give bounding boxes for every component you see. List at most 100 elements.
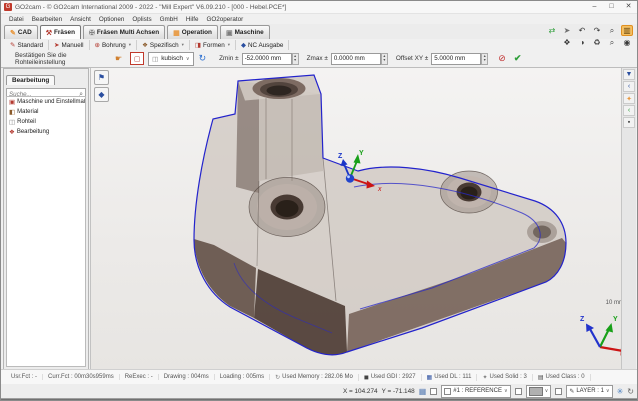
menu-datei[interactable]: Datei: [5, 16, 28, 23]
simulation-shield-button[interactable]: ◆: [94, 87, 109, 102]
redo-icon[interactable]: ↷: [591, 25, 603, 36]
menu-ansicht[interactable]: Ansicht: [66, 16, 95, 23]
tab-fraesen-multi-achsen[interactable]: ✠ Fräsen Multi Achsen: [83, 25, 165, 39]
grid-icon[interactable]: ▦: [419, 387, 427, 396]
tree-item-bearbeitung[interactable]: ❖ Bearbeitung: [7, 127, 85, 137]
grid-checkbox[interactable]: [430, 388, 437, 395]
zmin-label: Zmin ±: [219, 55, 238, 62]
y-coordinate: Y = -71.148: [382, 388, 415, 395]
color-select[interactable]: ∨: [526, 385, 552, 398]
title-bar: G GO2cam - © GO2cam International 2009 -…: [1, 1, 637, 14]
tab-fraesen-label: Fräsen: [54, 29, 75, 36]
snap-icon[interactable]: ✳: [617, 387, 624, 396]
standard-icon: ✎: [10, 41, 15, 49]
model-hebel: [194, 75, 566, 355]
menu-gmbh[interactable]: GmbH: [156, 16, 182, 23]
collapse-panel-icon[interactable]: ‹: [623, 81, 635, 92]
tab-fraesen[interactable]: ⚒ Fräsen: [40, 25, 81, 39]
tab-maschine[interactable]: ▣ Maschine: [220, 25, 270, 39]
stock-icon: ◫: [9, 118, 15, 126]
layer-select[interactable]: ✎ LAYER : 1 ∨: [566, 385, 612, 398]
zmin-stepper[interactable]: ▲▼: [292, 53, 299, 65]
tree-item-rohteil-label: Rohteil: [17, 119, 36, 125]
tab-operation[interactable]: ▦ Operation: [167, 25, 218, 39]
pick-hand-icon[interactable]: ☛: [115, 54, 122, 63]
confirm-check-icon[interactable]: ✔: [514, 53, 522, 64]
tree-item-rohteil[interactable]: ◫ Rohteil: [7, 117, 85, 127]
tool-spezifisch[interactable]: ❖ Spezifisch ▾: [137, 40, 190, 51]
tool-bohrung-label: Bohrung: [102, 42, 126, 49]
tool-nc-ausgabe[interactable]: ◆ NC Ausgabe: [236, 40, 289, 51]
minimize-button[interactable]: –: [586, 1, 603, 13]
used-dl-status: ▦ Used DL : 111: [422, 374, 478, 381]
undo-icon[interactable]: ↶: [576, 25, 588, 36]
chevron-down-icon: ∨: [186, 56, 190, 62]
zoom-in-icon[interactable]: ⌕: [606, 37, 618, 48]
cancel-icon[interactable]: ⊘: [498, 53, 506, 64]
rotate-mode-icon[interactable]: ↻: [627, 387, 634, 396]
sync-icon[interactable]: ⇄: [546, 25, 558, 36]
deburr-tool-icon[interactable]: ✦: [623, 93, 635, 104]
zoom-window-icon[interactable]: ⌕: [606, 25, 618, 36]
measure-grid-icon[interactable]: ▥: [621, 25, 633, 36]
tool-standard[interactable]: ✎ Standard: [5, 40, 49, 51]
loading-status: Loading : 005ms: [215, 374, 270, 380]
menu-bar: Datei Bearbeiten Ansicht Optionen Oplist…: [1, 14, 637, 24]
tool-formen[interactable]: ◨ Formen ▾: [190, 40, 236, 51]
tool-manuell[interactable]: ➤ Manuell: [49, 40, 90, 51]
display-list-icon: ▦: [427, 374, 433, 381]
regenerate-icon[interactable]: ♻: [591, 37, 603, 48]
layer-value: LAYER : 1: [576, 388, 604, 394]
used-memory-status: ↻ Used Memory : 282.06 Mo: [270, 374, 359, 381]
visibility-icon[interactable]: ◉: [621, 37, 633, 48]
stock-shape-select[interactable]: ◫ kubisch ∨: [148, 52, 193, 66]
view-rotate-icon[interactable]: ❖: [561, 37, 573, 48]
filter-icon[interactable]: ▼: [623, 69, 635, 80]
recompute-stock-icon[interactable]: ↻: [199, 53, 207, 64]
tree-item-maschine[interactable]: ▣ Maschine und Einstellmaße: [7, 97, 85, 107]
menu-optionen[interactable]: Optionen: [95, 16, 129, 23]
zmin-input[interactable]: [242, 53, 292, 65]
curr-fct-status: Curr.Fct : 00m30s959ms: [43, 374, 120, 380]
zmax-stepper[interactable]: ▲▼: [381, 53, 388, 65]
tree-item-material[interactable]: ◧ Material: [7, 107, 85, 117]
cad-icon: ✎: [10, 29, 16, 37]
tab-bearbeitung[interactable]: Bearbeitung: [6, 75, 55, 85]
used-gdi-status: ◼ Used GDI : 2927: [359, 374, 422, 381]
offset-xy-input[interactable]: [431, 53, 481, 65]
menu-bearbeiten[interactable]: Bearbeiten: [28, 16, 66, 23]
window-bottom-edge: [1, 398, 637, 400]
close-button[interactable]: ✕: [620, 1, 637, 13]
maximize-button[interactable]: □: [603, 1, 620, 13]
origin-y-label: Y: [359, 150, 364, 157]
status-bar-coords: X = 104.274 Y = -71.148 ▦ #1 : REFERENCE…: [1, 384, 637, 398]
spezifisch-icon: ❖: [142, 41, 148, 49]
tree-item-maschine-label: Maschine und Einstellmaße: [17, 99, 86, 105]
shading-icon[interactable]: ◑: [576, 37, 588, 48]
plane-select[interactable]: #1 : REFERENCE ∨: [441, 385, 510, 398]
tool-bohrung[interactable]: ⊕ Bohrung ▾: [90, 40, 138, 51]
tab-cad[interactable]: ✎ CAD: [4, 25, 38, 39]
color-checkbox[interactable]: [515, 388, 522, 395]
plane-checkbox[interactable]: [444, 388, 451, 395]
menu-hilfe[interactable]: Hilfe: [182, 16, 203, 23]
stock-box-icon[interactable]: ▢: [130, 52, 144, 65]
corner-z-label: Z: [580, 316, 585, 323]
tool-nc-ausgabe-label: NC Ausgabe: [248, 42, 283, 49]
viewport-3d[interactable]: ⚑ ◆: [90, 68, 636, 370]
chip-icon[interactable]: ▪: [623, 117, 635, 128]
reexec-status: ReExec : -: [120, 374, 159, 380]
quickbar-row1: ⇄ ➤ ↶ ↷ ⌕ ▥: [546, 25, 633, 36]
step-back-icon[interactable]: ‹: [623, 105, 635, 116]
spezifisch-dropdown-arrow-icon: ▾: [182, 42, 184, 48]
offset-xy-stepper[interactable]: ▲▼: [481, 53, 488, 65]
workplane-flag-button[interactable]: ⚑: [94, 70, 109, 85]
ribbon-tab-strip: ✎ CAD ⚒ Fräsen ✠ Fräsen Multi Achsen ▦ O…: [1, 24, 637, 39]
zmax-input[interactable]: [331, 53, 381, 65]
used-solid-status: ✦ Used Solid : 3: [477, 374, 532, 381]
tree-item-material-label: Material: [17, 109, 38, 115]
menu-go2operator[interactable]: GO2operator: [202, 16, 247, 23]
menu-oplists[interactable]: Oplists: [128, 16, 155, 23]
layer-checkbox[interactable]: [555, 388, 562, 395]
pointer-icon[interactable]: ➤: [561, 25, 573, 36]
